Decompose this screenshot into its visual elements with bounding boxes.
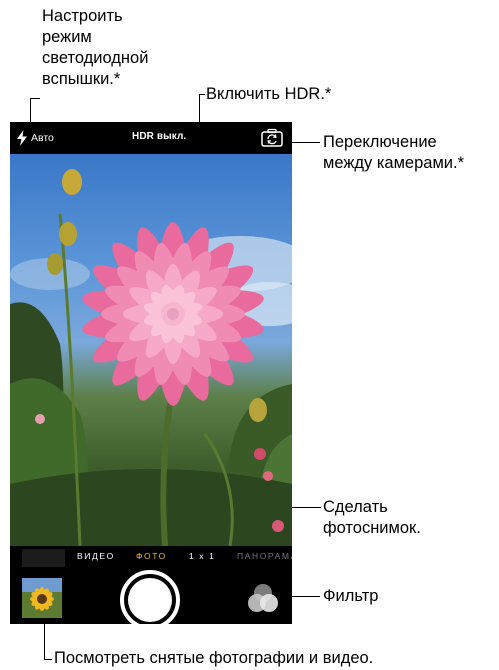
mode-video[interactable]: ВИДЕО [77,551,115,561]
callout-filter: Фильтр [323,587,379,605]
filter-circles-icon[interactable] [246,582,280,616]
leader-flash-tick [30,98,40,99]
flash-bolt-icon [17,130,27,146]
callout-thumbnail: Посмотреть снятые фотографии и видео. [54,649,374,667]
shutter-inner-circle [128,578,172,622]
mode-square[interactable]: 1 x 1 [189,551,215,561]
callout-flash: Настроить режим светодиодной вспышки.* [42,7,149,88]
sunflower-thumbnail-image [22,578,62,618]
viewfinder-scene [10,169,292,546]
leader-thumbnail-tick [44,659,52,660]
mode-bar-shade [22,549,65,567]
flash-mode-label: Авто [31,132,54,144]
callout-hdr: Включить HDR.* [206,85,332,103]
camera-top-bar: Авто HDR выкл. [10,122,292,154]
leader-hdr-tick [199,94,205,95]
last-photo-thumbnail[interactable] [22,578,62,618]
callout-switch-camera: Переключение между камерами.* [323,133,465,172]
hdr-toggle[interactable]: HDR выкл. [132,131,186,142]
camera-switch-icon[interactable] [261,128,283,148]
camera-screen: Авто HDR выкл. ВИДЕО ФОТО 1 x 1 ПАНОРАМА [10,122,292,624]
callout-shutter: Сделать фотоснимок. [323,498,421,537]
shutter-button[interactable] [120,570,180,624]
mode-photo[interactable]: ФОТО [136,551,167,561]
camera-bottom-bar [10,570,292,624]
flash-button[interactable]: Авто [16,129,54,147]
mode-panorama[interactable]: ПАНОРАМА [237,551,292,561]
camera-mode-bar: ВИДЕО ФОТО 1 x 1 ПАНОРАМА [10,546,292,570]
camera-viewfinder[interactable] [10,154,292,546]
